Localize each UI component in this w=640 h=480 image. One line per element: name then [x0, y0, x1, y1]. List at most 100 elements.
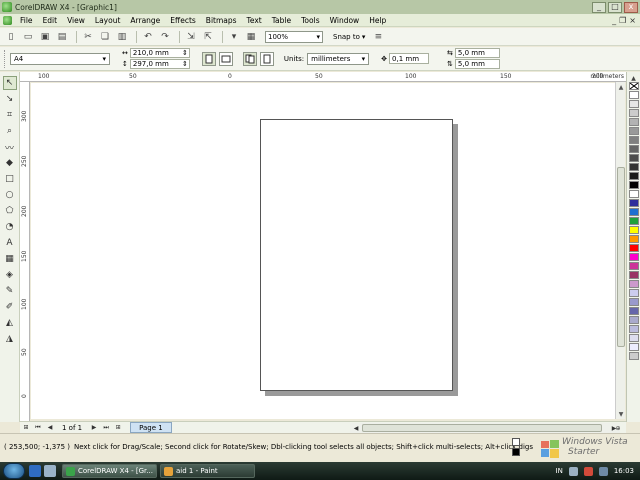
open-icon[interactable]: ▭ [21, 30, 35, 44]
color-swatch[interactable] [628, 235, 639, 243]
add-page-icon[interactable]: ⊞ [21, 423, 31, 433]
menu-effects[interactable]: Effects [166, 16, 200, 25]
snap-to-button[interactable]: Snap to ▾ [333, 33, 365, 41]
table-tool-icon[interactable]: ▦ [3, 252, 17, 266]
horizontal-scroll-thumb[interactable] [362, 424, 602, 432]
vertical-scroll-thumb[interactable] [617, 167, 625, 347]
color-swatch[interactable] [628, 307, 639, 315]
color-swatch[interactable] [628, 109, 639, 117]
document-icon[interactable] [3, 15, 12, 25]
menu-arrange[interactable]: Arrange [126, 16, 164, 25]
color-swatch[interactable] [628, 244, 639, 252]
menu-text[interactable]: Text [243, 16, 266, 25]
duplicate-x-field[interactable]: 5,0 mm [454, 48, 500, 58]
landscape-button[interactable] [218, 51, 233, 66]
doc-restore-icon[interactable]: ❐ [619, 16, 626, 25]
menu-view[interactable]: View [63, 16, 89, 25]
duplicate-y-field[interactable]: 5,0 mm [454, 59, 500, 69]
redo-icon[interactable]: ↷ [158, 30, 172, 44]
current-page-button[interactable] [259, 51, 274, 66]
color-swatch[interactable] [628, 118, 639, 126]
color-swatch[interactable] [628, 334, 639, 342]
doc-close-icon[interactable]: × [629, 16, 636, 25]
basic-shapes-tool-icon[interactable]: ◔ [3, 220, 17, 234]
quicklaunch-desktop-icon[interactable] [44, 465, 56, 477]
horizontal-scrollbar[interactable]: ◀ ▶ [350, 423, 620, 433]
color-swatch[interactable] [628, 343, 639, 351]
color-swatch[interactable] [628, 91, 639, 99]
outline-color-icon[interactable] [512, 448, 520, 456]
scroll-down-icon[interactable]: ▼ [616, 409, 626, 419]
new-document-icon[interactable]: ▯ [4, 30, 18, 44]
network-icon[interactable] [598, 466, 608, 476]
color-swatch[interactable] [628, 163, 639, 171]
taskbar-item-paint[interactable]: aid 1 - Paint [160, 464, 255, 478]
options-icon[interactable]: ≡ [371, 30, 385, 44]
page-tab[interactable]: Page 1 [130, 422, 172, 433]
paper-type-select[interactable]: A4 ▾ [10, 52, 110, 65]
cut-icon[interactable]: ✂ [81, 30, 95, 44]
application-launcher-icon[interactable]: ▾ [227, 30, 241, 44]
quicklaunch-ie-icon[interactable] [29, 465, 41, 477]
zoom-level-select[interactable]: 100% ▾ [265, 30, 323, 43]
color-swatch[interactable] [628, 253, 639, 261]
color-swatch[interactable] [628, 145, 639, 153]
nudge-distance-field[interactable]: 0,1 mm [389, 53, 430, 64]
color-swatch[interactable] [628, 352, 639, 360]
interactive-fill-tool-icon[interactable]: ◮ [3, 332, 17, 346]
interactive-blend-tool-icon[interactable]: ◈ [3, 268, 17, 282]
language-indicator[interactable]: IN [556, 467, 563, 475]
menu-bitmaps[interactable]: Bitmaps [202, 16, 241, 25]
paste-icon[interactable]: ▥ [115, 30, 129, 44]
spinner-icon[interactable]: ⇕ [182, 60, 188, 68]
taskbar-item-coreldraw[interactable]: CorelDRAW X4 - [Gr... [62, 464, 157, 478]
menu-window[interactable]: Window [326, 16, 364, 25]
menu-table[interactable]: Table [268, 16, 295, 25]
drawing-page[interactable] [260, 119, 453, 391]
rectangle-tool-icon[interactable]: □ [3, 172, 17, 186]
polygon-tool-icon[interactable]: ⬠ [3, 204, 17, 218]
eyedropper-tool-icon[interactable]: ✎ [3, 284, 17, 298]
color-swatch[interactable] [628, 217, 639, 225]
menu-edit[interactable]: Edit [39, 16, 62, 25]
close-button[interactable]: x [624, 1, 638, 13]
freehand-tool-icon[interactable]: 〰 [3, 140, 17, 154]
drawing-canvas[interactable] [31, 83, 615, 419]
color-swatch[interactable] [628, 172, 639, 180]
first-page-icon[interactable]: ⏮ [33, 423, 43, 433]
spinner-icon[interactable]: ⇕ [182, 49, 188, 57]
ellipse-tool-icon[interactable]: ○ [3, 188, 17, 202]
toolbar-grip[interactable] [4, 49, 7, 68]
color-swatch[interactable] [628, 100, 639, 108]
no-color-swatch[interactable] [628, 82, 639, 90]
undo-icon[interactable]: ↶ [141, 30, 155, 44]
color-swatch[interactable] [628, 298, 639, 306]
smart-fill-tool-icon[interactable]: ◆ [3, 156, 17, 170]
menu-help[interactable]: Help [365, 16, 390, 25]
menu-layout[interactable]: Layout [91, 16, 125, 25]
color-swatch[interactable] [628, 127, 639, 135]
security-icon[interactable] [583, 466, 593, 476]
color-swatch[interactable] [628, 280, 639, 288]
color-swatch[interactable] [628, 289, 639, 297]
doc-minimize-icon[interactable]: _ [612, 16, 616, 25]
color-swatch[interactable] [628, 262, 639, 270]
previous-page-icon[interactable]: ◀ [45, 423, 55, 433]
last-page-icon[interactable]: ⏭ [101, 423, 111, 433]
palette-scroll-up-icon[interactable]: ▲ [629, 74, 639, 82]
units-select[interactable]: millimeters ▾ [307, 52, 370, 65]
color-swatch[interactable] [628, 136, 639, 144]
print-icon[interactable]: ▤ [55, 30, 69, 44]
zoom-tool-icon[interactable]: ⌕ [3, 124, 17, 138]
next-page-icon[interactable]: ▶ [89, 423, 99, 433]
horizontal-ruler[interactable]: 100 50 0 50 100 150 200 millimeters [20, 72, 626, 82]
shape-tool-icon[interactable]: ↘ [3, 92, 17, 106]
paper-width-field[interactable]: 210,0 mm ⇕ [129, 48, 190, 58]
welcome-screen-icon[interactable]: ▦ [244, 30, 258, 44]
menu-file[interactable]: File [16, 16, 37, 25]
fill-color-icon[interactable] [512, 438, 520, 446]
outline-tool-icon[interactable]: ✐ [3, 300, 17, 314]
text-tool-icon[interactable]: A [3, 236, 17, 250]
maximize-button[interactable]: □ [608, 1, 622, 13]
save-icon[interactable]: ▣ [38, 30, 52, 44]
